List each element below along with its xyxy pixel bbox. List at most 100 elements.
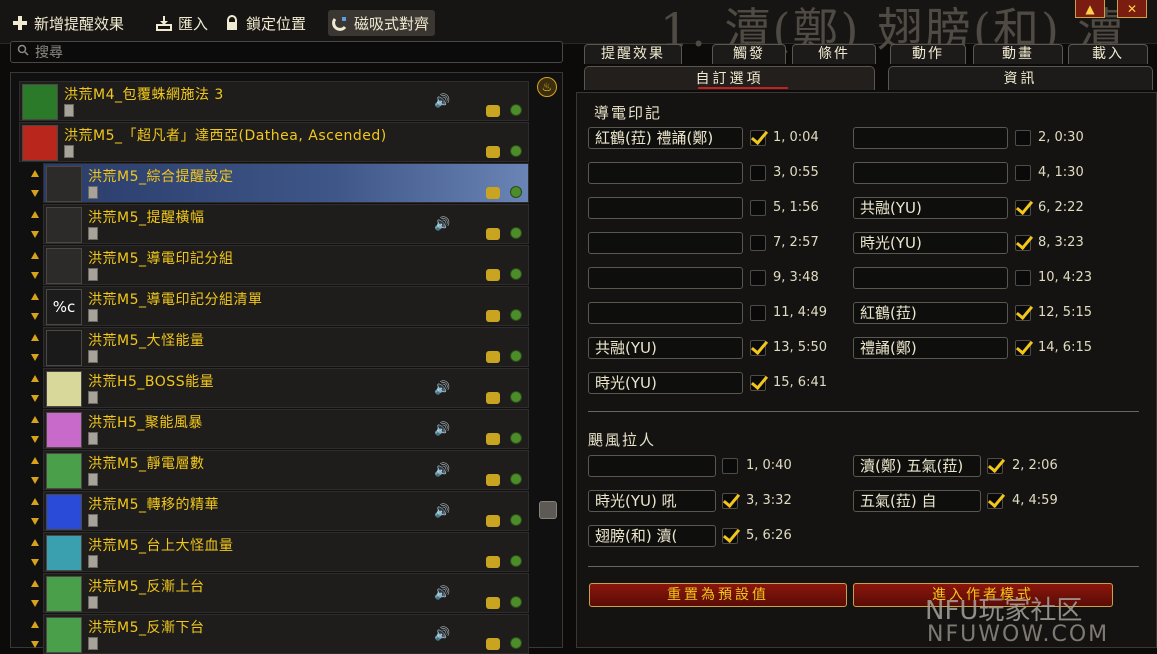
load-status-icon[interactable] [510, 309, 522, 321]
visibility-toggle-icon[interactable] [486, 269, 500, 281]
reorder-arrows-icon[interactable] [30, 332, 40, 364]
player-name-field[interactable]: 禮誦(鄭) [853, 337, 1008, 359]
player-name-field[interactable] [853, 127, 1008, 149]
visibility-toggle-icon[interactable] [486, 392, 500, 404]
player-name-field[interactable] [588, 197, 743, 219]
tab[interactable]: 條件 [792, 44, 876, 64]
aura-row[interactable]: 洪荒M5_大怪能量 [31, 327, 529, 367]
player-name-field[interactable]: 共融(YU) [853, 197, 1008, 219]
scrollbar-thumb[interactable] [539, 501, 557, 519]
aura-row[interactable]: %c 洪荒M5_導電印記分組清單 [31, 286, 529, 326]
new-aura-button[interactable]: 新增提醒效果 [12, 10, 124, 36]
lock-position-button[interactable]: 鎖定位置 [224, 10, 306, 36]
visibility-toggle-icon[interactable] [486, 187, 500, 199]
magnetic-align-button[interactable]: 磁吸式對齊 [328, 10, 436, 36]
load-status-icon[interactable] [510, 268, 522, 280]
visibility-toggle-icon[interactable] [486, 351, 500, 363]
aura-row[interactable]: 洪荒M5_「超凡者」達西亞(Dathea, Ascended) [19, 122, 529, 162]
subtab[interactable]: 資訊 [888, 66, 1153, 90]
reorder-arrows-icon[interactable] [30, 373, 40, 405]
tab[interactable]: 動作 [890, 44, 966, 64]
player-name-field[interactable] [853, 267, 1008, 289]
player-name-field[interactable]: 瀆(鄭) 五氣(菈) [853, 455, 981, 477]
enable-checkbox[interactable] [750, 235, 766, 251]
reorder-arrows-icon[interactable] [30, 496, 40, 528]
load-status-icon[interactable] [510, 432, 522, 444]
enable-checkbox[interactable] [750, 270, 766, 286]
aura-row[interactable]: 洪荒M5_綜合提醒設定 [31, 163, 529, 203]
aura-row[interactable]: 洪荒M5_靜電層數 🔊 [31, 450, 529, 490]
enable-checkbox[interactable] [987, 458, 1003, 474]
aura-row[interactable]: 洪荒M5_台上大怪血量 [31, 532, 529, 572]
reorder-arrows-icon[interactable] [30, 619, 40, 651]
load-status-icon[interactable] [510, 186, 522, 198]
reorder-arrows-icon[interactable] [30, 414, 40, 446]
enable-checkbox[interactable] [750, 130, 766, 146]
enable-checkbox[interactable] [1015, 340, 1031, 356]
enable-checkbox[interactable] [1015, 305, 1031, 321]
tab[interactable]: 提醒效果 [584, 44, 682, 64]
enable-checkbox[interactable] [1015, 200, 1031, 216]
aura-row[interactable]: 洪荒H5_聚能風暴 🔊 [31, 409, 529, 449]
import-button[interactable]: 匯入 [156, 10, 208, 36]
player-name-field[interactable] [588, 162, 743, 184]
reorder-arrows-icon[interactable] [30, 250, 40, 282]
aura-row[interactable]: 洪荒M5_反漸下台 🔊 [31, 614, 529, 654]
reorder-arrows-icon[interactable] [30, 168, 40, 200]
visibility-toggle-icon[interactable] [486, 638, 500, 650]
enable-checkbox[interactable] [722, 458, 738, 474]
load-status-icon[interactable] [510, 637, 522, 649]
enable-checkbox[interactable] [750, 165, 766, 181]
enable-checkbox[interactable] [722, 493, 738, 509]
load-status-icon[interactable] [510, 555, 522, 567]
aura-row[interactable]: 洪荒M5_提醒橫幅 🔊 [31, 204, 529, 244]
load-status-icon[interactable] [510, 227, 522, 239]
aura-row[interactable]: 洪荒M5_反漸上台 🔊 [31, 573, 529, 613]
aura-row[interactable]: 洪荒H5_BOSS能量 🔊 [31, 368, 529, 408]
reorder-arrows-icon[interactable] [30, 455, 40, 487]
player-name-field[interactable]: 紅鶴(菈) 禮誦(鄭) [588, 127, 743, 149]
player-name-field[interactable]: 翅膀(和) 瀆( [588, 525, 716, 547]
aura-row[interactable]: 洪荒M4_包覆蛛網施法 3 🔊 [19, 81, 529, 121]
collapse-button[interactable]: ▲ [1075, 0, 1105, 18]
visibility-toggle-icon[interactable] [486, 105, 500, 117]
visibility-toggle-icon[interactable] [486, 228, 500, 240]
visibility-toggle-icon[interactable] [486, 556, 500, 568]
player-name-field[interactable]: 時光(YU) 吼 [588, 490, 716, 512]
player-name-field[interactable]: 時光(YU) [853, 232, 1008, 254]
load-status-icon[interactable] [510, 104, 522, 116]
player-name-field[interactable] [588, 455, 716, 477]
player-name-field[interactable] [588, 232, 743, 254]
enable-checkbox[interactable] [750, 375, 766, 391]
visibility-toggle-icon[interactable] [486, 474, 500, 486]
reorder-arrows-icon[interactable] [30, 209, 40, 241]
enable-checkbox[interactable] [1015, 235, 1031, 251]
enable-checkbox[interactable] [750, 305, 766, 321]
visibility-toggle-icon[interactable] [486, 515, 500, 527]
enable-checkbox[interactable] [750, 340, 766, 356]
player-name-field[interactable]: 五氣(菈) 自 [853, 490, 981, 512]
visibility-toggle-icon[interactable] [486, 597, 500, 609]
visibility-toggle-icon[interactable] [486, 310, 500, 322]
load-status-icon[interactable] [510, 391, 522, 403]
tab[interactable]: 觸發 [712, 44, 786, 64]
reset-defaults-button[interactable]: 重置為預設值 [589, 583, 847, 607]
load-status-icon[interactable] [510, 145, 522, 157]
load-status-icon[interactable] [510, 350, 522, 362]
reorder-arrows-icon[interactable] [30, 537, 40, 569]
visibility-toggle-icon[interactable] [486, 146, 500, 158]
search-input[interactable]: 搜尋 [10, 41, 563, 63]
load-status-icon[interactable] [510, 596, 522, 608]
enable-checkbox[interactable] [1015, 130, 1031, 146]
enable-checkbox[interactable] [987, 493, 1003, 509]
aura-row[interactable]: 洪荒M5_導電印記分組 [31, 245, 529, 285]
visibility-toggle-icon[interactable] [486, 433, 500, 445]
enable-checkbox[interactable] [722, 528, 738, 544]
scroll-top-button[interactable]: ♨ [537, 77, 557, 97]
enable-checkbox[interactable] [750, 200, 766, 216]
enable-checkbox[interactable] [1015, 165, 1031, 181]
player-name-field[interactable]: 時光(YU) [588, 372, 743, 394]
player-name-field[interactable]: 共融(YU) [588, 337, 743, 359]
enable-checkbox[interactable] [1015, 270, 1031, 286]
player-name-field[interactable] [588, 302, 743, 324]
